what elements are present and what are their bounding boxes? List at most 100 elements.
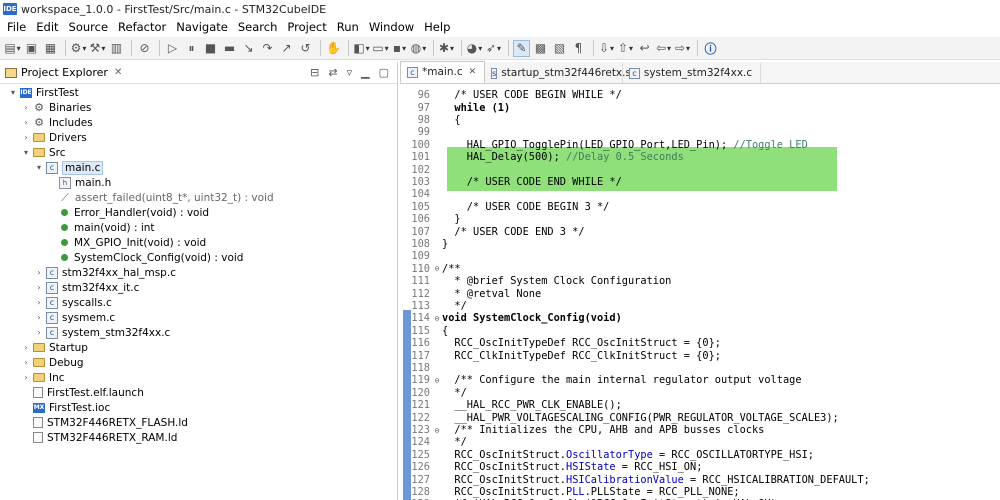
tree-item[interactable]: › ⚙ Includes — [0, 115, 398, 130]
fold-toggle-icon[interactable]: ⊖ — [432, 314, 442, 323]
tree-item[interactable]: SystemClock_Config(void) : void — [0, 250, 398, 265]
build-all-icon[interactable]: ▥ — [108, 40, 125, 57]
settings-icon[interactable]: ⚙ — [70, 40, 87, 57]
info-icon[interactable]: ⓘ — [702, 40, 719, 57]
restart-icon[interactable]: ↺ — [297, 40, 314, 57]
forward-arrow-icon[interactable]: ⇨ — [674, 40, 691, 57]
chevron-right-icon[interactable]: › — [34, 268, 44, 277]
terminate-icon[interactable]: ■ — [202, 40, 219, 57]
chevron-right-icon[interactable]: › — [21, 358, 31, 367]
code-area[interactable]: 96 /* USER CODE BEGIN WHILE */97 while (… — [400, 85, 1000, 500]
new-project-icon[interactable]: ◧ — [353, 40, 370, 57]
new-folder-icon[interactable]: ▭ — [372, 40, 389, 57]
tree-item[interactable]: › c sysmem.c — [0, 310, 398, 325]
fold-toggle-icon[interactable]: ⊖ — [432, 426, 442, 435]
tree-item[interactable]: › Debug — [0, 355, 398, 370]
show-block-icon[interactable]: ▧ — [551, 40, 568, 57]
line-number: 108 — [411, 238, 430, 251]
chevron-right-icon[interactable]: › — [21, 103, 31, 112]
tree-item[interactable]: ▾ IDE FirstTest — [0, 85, 398, 100]
save-all-icon[interactable]: ▦ — [42, 40, 59, 57]
tree-item[interactable]: MX FirstTest.ioc — [0, 400, 398, 415]
menu-run[interactable]: Run — [332, 20, 364, 34]
step-return-icon[interactable]: ↗ — [278, 40, 295, 57]
line-number: 114 — [411, 312, 430, 325]
maximize-icon[interactable]: ▢ — [379, 66, 389, 79]
previous-annotation-icon[interactable]: ⇧ — [617, 40, 634, 57]
skip-breakpoints-icon[interactable]: ⊘ — [136, 40, 153, 57]
tree-item[interactable]: ⟋ assert_failed(uint8_t*, uint32_t) : voi… — [0, 190, 398, 205]
tree-item[interactable]: › c stm32f4xx_hal_msp.c — [0, 265, 398, 280]
run-rocket-icon[interactable]: ➶ — [485, 40, 502, 57]
tree-item[interactable]: › c stm32f4xx_it.c — [0, 280, 398, 295]
next-annotation-icon[interactable]: ⇩ — [598, 40, 615, 57]
menu-refactor[interactable]: Refactor — [113, 20, 171, 34]
menu-search[interactable]: Search — [233, 20, 283, 34]
fold-toggle-icon[interactable]: ⊖ — [432, 264, 442, 273]
tree-item[interactable]: › Startup — [0, 340, 398, 355]
last-edit-icon[interactable]: ↩ — [636, 40, 653, 57]
show-whitespace-icon[interactable]: ¶ — [570, 40, 587, 57]
build-hammer-icon[interactable]: ⚒ — [89, 40, 106, 57]
menu-source[interactable]: Source — [64, 20, 114, 34]
view-menu-icon[interactable]: ▿ — [347, 66, 353, 79]
toggle-mark-icon[interactable]: ▩ — [532, 40, 549, 57]
resume-icon[interactable]: ▷ — [164, 40, 181, 57]
chevron-right-icon[interactable]: › — [34, 298, 44, 307]
menu-help[interactable]: Help — [419, 20, 455, 34]
tree-item[interactable]: › c system_stm32f4xx.c — [0, 325, 398, 340]
debug-bug-icon[interactable]: ✱ — [438, 40, 455, 57]
tab-system[interactable]: c system_stm32f4xx.c — [623, 63, 762, 83]
instruction-step-icon[interactable]: ✋ — [325, 40, 342, 57]
new-icon[interactable]: ▤ — [4, 40, 21, 57]
tree-item[interactable]: Error_Handler(void) : void — [0, 205, 398, 220]
chevron-right-icon[interactable]: › — [21, 373, 31, 382]
step-over-icon[interactable]: ↷ — [259, 40, 276, 57]
chevron-right-icon[interactable]: › — [21, 133, 31, 142]
tree-item[interactable]: ▾ Src — [0, 145, 398, 160]
suspend-icon[interactable]: ⏸ — [183, 40, 200, 57]
chevron-right-icon[interactable]: › — [21, 118, 31, 127]
tree-item[interactable]: › ⚙ Binaries — [0, 100, 398, 115]
menu-navigate[interactable]: Navigate — [171, 20, 233, 34]
chevron-right-icon[interactable]: › — [21, 343, 31, 352]
tree-item[interactable]: h main.h — [0, 175, 398, 190]
highlight-marker-icon[interactable]: ✎ — [513, 39, 530, 57]
open-type-icon[interactable]: ◍ — [410, 40, 427, 57]
menu-edit[interactable]: Edit — [31, 20, 63, 34]
tab-main-c[interactable]: c *main.c ✕ — [400, 61, 486, 83]
line-number: 104 — [411, 188, 430, 201]
menu-window[interactable]: Window — [364, 20, 419, 34]
tree-item[interactable]: FirstTest.elf.launch — [0, 385, 398, 400]
save-icon[interactable]: ▣ — [23, 40, 40, 57]
close-icon[interactable]: ✕ — [469, 67, 477, 77]
step-into-icon[interactable]: ↘ — [240, 40, 257, 57]
tree-item[interactable]: main(void) : int — [0, 220, 398, 235]
collapse-all-icon[interactable]: ⊟ — [310, 66, 319, 79]
external-tools-icon[interactable]: ◕ — [466, 40, 483, 57]
tab-startup[interactable]: s startup_stm32f446retx.s — [485, 63, 631, 83]
new-class-icon[interactable]: ▪ — [391, 40, 408, 57]
close-icon[interactable]: ✕ — [114, 67, 122, 78]
chevron-right-icon[interactable]: › — [34, 313, 44, 322]
tree-item[interactable]: › Drivers — [0, 130, 398, 145]
back-arrow-icon[interactable]: ⇦ — [655, 40, 672, 57]
tree-item[interactable]: STM32F446RETX_FLASH.ld — [0, 415, 398, 430]
chevron-down-icon[interactable]: ▾ — [8, 88, 18, 97]
chevron-down-icon[interactable]: ▾ — [21, 148, 31, 157]
function-icon — [61, 224, 68, 231]
minimize-icon[interactable]: ▁ — [361, 66, 369, 79]
tree-item[interactable]: STM32F446RETX_RAM.ld — [0, 430, 398, 445]
disconnect-icon[interactable]: ▬ — [221, 40, 238, 57]
menu-project[interactable]: Project — [282, 20, 331, 34]
link-with-editor-icon[interactable]: ⇄ — [328, 66, 337, 79]
chevron-right-icon[interactable]: › — [34, 283, 44, 292]
tree-item[interactable]: › c syscalls.c — [0, 295, 398, 310]
tree-item[interactable]: › Inc — [0, 370, 398, 385]
fold-toggle-icon[interactable]: ⊖ — [432, 376, 442, 385]
tree-item[interactable]: ▾ c main.c — [0, 160, 398, 175]
chevron-down-icon[interactable]: ▾ — [34, 163, 44, 172]
tree-item[interactable]: MX_GPIO_Init(void) : void — [0, 235, 398, 250]
menu-file[interactable]: File — [2, 20, 31, 34]
chevron-right-icon[interactable]: › — [34, 328, 44, 337]
